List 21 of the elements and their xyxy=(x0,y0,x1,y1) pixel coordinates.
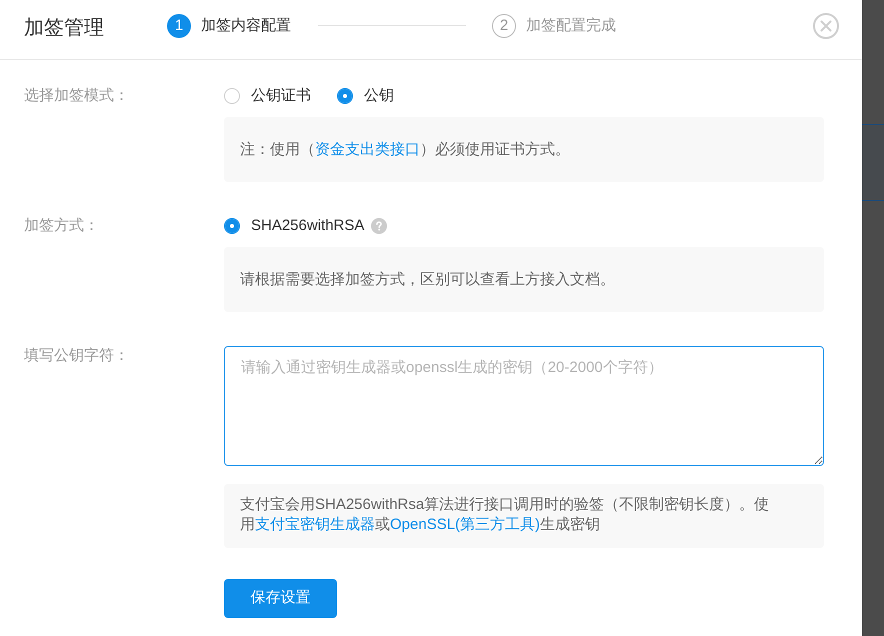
close-icon[interactable] xyxy=(813,12,839,38)
field-label: 加签方式： xyxy=(24,216,100,236)
radio-option[interactable]: 公钥证书 xyxy=(224,86,311,106)
step-label: 加签配置完成 xyxy=(526,16,616,36)
step-number: 2 xyxy=(492,14,516,38)
field-label: 填写公钥字符： xyxy=(24,346,130,366)
note-link[interactable]: OpenSSL(第三方工具) xyxy=(390,516,540,533)
save-button[interactable]: 保存设置 xyxy=(224,579,337,618)
step-label: 加签内容配置 xyxy=(201,16,291,36)
radio-option[interactable]: SHA256withRSA xyxy=(224,216,364,236)
field-label: 选择加签模式： xyxy=(24,86,130,106)
note-text: 请根据需要选择加签方式，区别可以查看上方接入文档。 xyxy=(240,270,616,290)
key-input-field[interactable]: 请输入通过密钥生成器或openssl生成的密钥（20-2000个字符） xyxy=(224,346,824,466)
step-number: 1 xyxy=(167,14,191,38)
dialog-title: 加签管理 xyxy=(24,16,105,41)
radio-option[interactable]: 公钥 xyxy=(337,86,394,106)
note-text: 注：使用（资金支出类接口）必须使用证书方式。 xyxy=(240,140,571,160)
note-text: 支付宝会用SHA256withRsa算法进行接口调用时的验签（不限制密钥长度）。使用支付宝密钥生成器或OpenSSL(第三方工具)生成密钥 xyxy=(240,495,770,535)
note-link[interactable]: 支付宝密钥生成器 xyxy=(255,516,375,533)
help-icon[interactable] xyxy=(371,218,388,234)
note-link[interactable]: 资金支出类接口 xyxy=(315,141,420,158)
